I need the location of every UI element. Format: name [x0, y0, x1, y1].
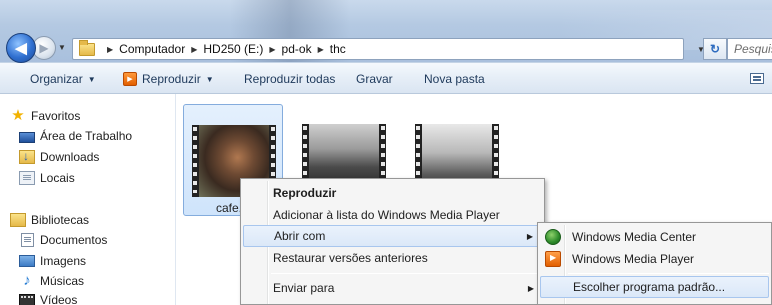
breadcrumb-separator-icon[interactable]: ▶	[107, 45, 113, 54]
search-input[interactable]: Pesquisar	[727, 38, 772, 60]
sidebar-item-libraries[interactable]: Bibliotecas	[10, 213, 89, 227]
play-button[interactable]: ▶ Reproduzir ▼	[117, 67, 220, 91]
play-label: Reproduzir	[142, 72, 201, 86]
windows-media-center-icon	[545, 229, 561, 245]
navigation-pane: ★ Favoritos Área de Trabalho Downloads L…	[0, 94, 176, 305]
videos-icon	[19, 294, 35, 305]
menu-item-restore-previous-versions[interactable]: Restaurar versões anteriores	[243, 247, 542, 269]
command-bar: Organizar ▼ ▶ Reproduzir ▼ Reproduzir to…	[0, 62, 772, 94]
breadcrumb-current[interactable]: thc	[330, 42, 346, 56]
menu-item-label: Escolher programa padrão...	[573, 280, 726, 294]
menu-item-open-with[interactable]: Abrir com ▶	[243, 225, 542, 247]
menu-item-send-to[interactable]: Enviar para ▶	[243, 277, 542, 299]
sidebar-item-label: Vídeos	[40, 293, 78, 305]
sidebar-item-videos[interactable]: Vídeos	[19, 293, 77, 305]
burn-label: Gravar	[356, 72, 393, 86]
burn-button[interactable]: Gravar	[350, 67, 399, 91]
organize-button[interactable]: Organizar ▼	[24, 67, 102, 91]
folder-icon	[79, 39, 95, 56]
menu-item-label: Enviar para	[273, 281, 335, 295]
chevron-down-icon: ▼	[205, 74, 214, 84]
sidebar-item-favorites[interactable]: ★ Favoritos	[10, 107, 81, 124]
sidebar-item-label: Downloads	[40, 150, 100, 164]
breadcrumb-separator-icon[interactable]: ▶	[191, 45, 197, 54]
play-all-label: Reproduzir todas	[244, 72, 336, 86]
submenu-arrow-icon: ▶	[526, 231, 533, 241]
sidebar-item-label: Documentos	[40, 233, 108, 247]
sidebar-item-label: Imagens	[40, 254, 87, 268]
breadcrumb-separator-icon[interactable]: ▶	[269, 45, 275, 54]
submenu-arrow-icon: ▶	[527, 283, 534, 293]
change-view-icon[interactable]	[750, 73, 764, 84]
organize-label: Organizar	[30, 72, 83, 86]
desktop-icon	[19, 131, 35, 143]
back-arrow-icon: ◀	[15, 40, 27, 57]
breadcrumb-computer[interactable]: Computador	[119, 42, 185, 56]
context-menu: Reproduzir Adicionar à lista do Windows …	[240, 178, 545, 305]
sidebar-item-label: Área de Trabalho	[40, 129, 133, 143]
breadcrumb-separator-icon[interactable]: ▶	[318, 45, 324, 54]
breadcrumb-folder[interactable]: pd-ok	[282, 42, 312, 56]
downloads-folder-icon	[19, 149, 35, 164]
open-with-submenu: Windows Media Center Windows Media Playe…	[537, 222, 772, 305]
play-all-button[interactable]: Reproduzir todas	[238, 67, 341, 91]
sidebar-item-label: Bibliotecas	[31, 213, 90, 227]
sidebar-item-label: Músicas	[40, 274, 85, 288]
menu-item-label: Restaurar versões anteriores	[273, 251, 428, 265]
sidebar-item-music[interactable]: ♪ Músicas	[19, 272, 85, 289]
new-folder-label: Nova pasta	[424, 72, 485, 86]
menu-separator	[271, 273, 542, 274]
back-button[interactable]: ◀	[6, 33, 36, 63]
forward-arrow-icon: ▶	[39, 41, 49, 55]
sidebar-item-label: Locais	[40, 171, 75, 185]
documents-icon	[21, 233, 34, 247]
sidebar-item-desktop[interactable]: Área de Trabalho	[19, 129, 132, 143]
menu-item-play[interactable]: Reproduzir	[243, 182, 542, 204]
sidebar-item-pictures[interactable]: Imagens	[19, 254, 86, 268]
sidebar-item-label: Favoritos	[31, 109, 81, 123]
pictures-icon	[19, 255, 35, 267]
sidebar-item-downloads[interactable]: Downloads	[19, 149, 100, 164]
refresh-icon: ↻	[709, 42, 721, 56]
windows-media-player-icon: ▶	[123, 72, 137, 86]
address-bar[interactable]: ▶ Computador ▶ HD250 (E:) ▶ pd-ok ▶ thc	[72, 38, 684, 60]
menu-item-choose-default-program[interactable]: Escolher programa padrão...	[540, 276, 769, 298]
menu-separator	[568, 273, 769, 274]
menu-item-label: Windows Media Player	[572, 252, 695, 266]
refresh-button[interactable]: ↻	[703, 38, 727, 60]
breadcrumb-drive[interactable]: HD250 (E:)	[203, 42, 263, 56]
libraries-folder-icon	[10, 213, 26, 227]
menu-item-label: Abrir com	[274, 229, 326, 243]
menu-item-label: Reproduzir	[273, 186, 337, 200]
music-icon: ♪	[23, 272, 31, 289]
recent-pages-dropdown[interactable]: ▼	[58, 43, 66, 52]
new-folder-button[interactable]: Nova pasta	[418, 67, 491, 91]
sidebar-item-recent-places[interactable]: Locais	[19, 171, 75, 185]
windows-media-player-icon	[545, 251, 561, 267]
menu-item-label: Windows Media Center	[572, 230, 697, 244]
menu-item-windows-media-player[interactable]: Windows Media Player	[540, 248, 769, 270]
search-placeholder: Pesquisar	[734, 42, 772, 56]
menu-item-windows-media-center[interactable]: Windows Media Center	[540, 226, 769, 248]
recent-places-icon	[19, 171, 35, 185]
menu-item-add-to-wmp-list[interactable]: Adicionar à lista do Windows Media Playe…	[243, 204, 542, 226]
sidebar-item-documents[interactable]: Documentos	[19, 233, 107, 247]
chevron-down-icon: ▼	[87, 74, 96, 84]
menu-item-label: Adicionar à lista do Windows Media Playe…	[273, 208, 500, 222]
star-icon: ★	[11, 107, 25, 124]
